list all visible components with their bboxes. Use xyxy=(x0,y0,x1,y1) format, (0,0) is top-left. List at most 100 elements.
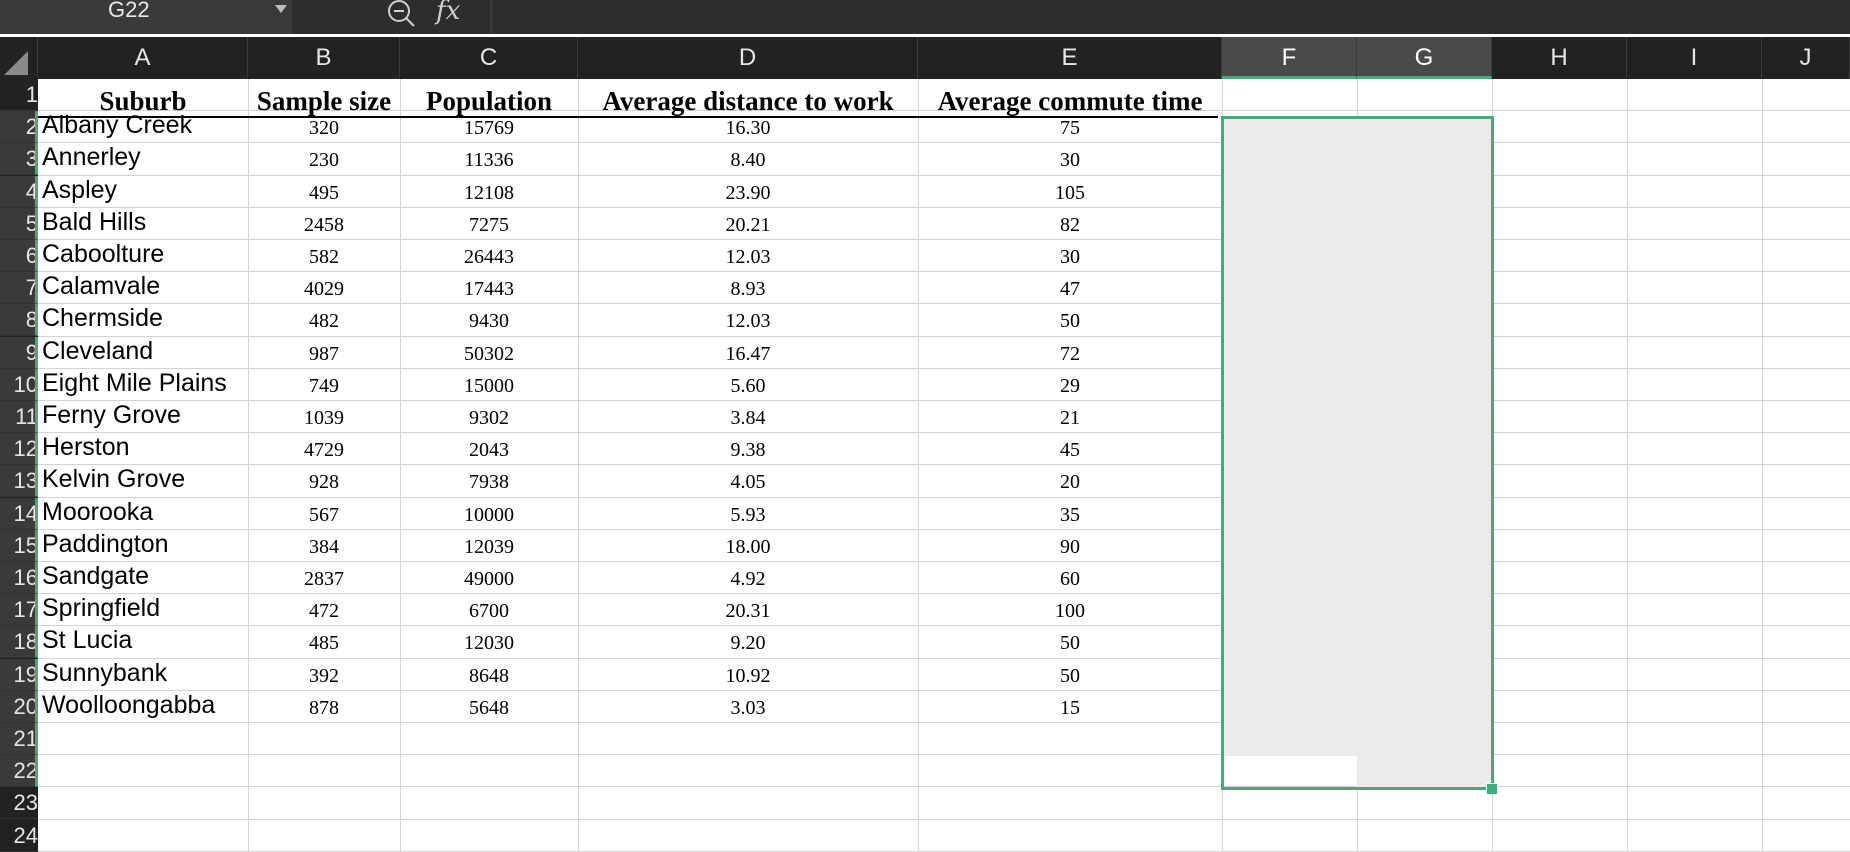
data-cell[interactable]: 50 xyxy=(918,304,1222,336)
data-cell[interactable]: 582 xyxy=(248,240,400,272)
data-cell[interactable]: 20.31 xyxy=(578,594,918,626)
data-cell[interactable]: 9.20 xyxy=(578,626,918,658)
suburb-cell[interactable]: Ferny Grove xyxy=(42,399,181,431)
data-cell[interactable]: 567 xyxy=(248,498,400,530)
data-cell[interactable]: 2837 xyxy=(248,562,400,594)
suburb-cell[interactable]: Sandgate xyxy=(42,560,149,592)
row-header-10[interactable]: 10 xyxy=(0,368,38,401)
data-cell[interactable]: 1039 xyxy=(248,401,400,433)
data-cell[interactable]: 47 xyxy=(918,272,1222,304)
data-cell[interactable]: 482 xyxy=(248,304,400,336)
row-header-20[interactable]: 20 xyxy=(0,690,38,723)
data-cell[interactable]: 8.40 xyxy=(578,143,918,175)
data-cell[interactable]: 4.92 xyxy=(578,562,918,594)
formula-input[interactable] xyxy=(490,0,1850,34)
row-header-17[interactable]: 17 xyxy=(0,594,38,627)
column-header-h[interactable]: H xyxy=(1492,37,1627,79)
row-header-12[interactable]: 12 xyxy=(0,433,38,466)
column-header-c[interactable]: C xyxy=(400,37,578,79)
name-box-dropdown-icon[interactable] xyxy=(275,5,287,13)
row-header-3[interactable]: 3 xyxy=(0,143,38,176)
data-cell[interactable]: 320 xyxy=(248,111,400,143)
data-cell[interactable]: 10000 xyxy=(400,498,578,530)
row-header-16[interactable]: 16 xyxy=(0,562,38,594)
data-cell[interactable]: 23.90 xyxy=(578,176,918,208)
row-header-1[interactable]: 1 xyxy=(0,79,38,111)
data-cell[interactable]: 10.92 xyxy=(578,659,918,691)
suburb-cell[interactable]: Herston xyxy=(42,431,130,463)
data-cell[interactable]: 18.00 xyxy=(578,530,918,562)
suburb-cell[interactable]: Paddington xyxy=(42,528,169,560)
data-cell[interactable]: 4729 xyxy=(248,433,400,465)
data-cell[interactable]: 12030 xyxy=(400,626,578,658)
data-cell[interactable]: 60 xyxy=(918,562,1222,594)
data-cell[interactable]: 12.03 xyxy=(578,304,918,336)
suburb-cell[interactable]: Chermside xyxy=(42,302,163,334)
data-cell[interactable]: 20.21 xyxy=(578,208,918,240)
data-cell[interactable]: 230 xyxy=(248,143,400,175)
data-cell[interactable]: 485 xyxy=(248,626,400,658)
data-cell[interactable]: 29 xyxy=(918,369,1222,401)
row-header-9[interactable]: 9 xyxy=(0,336,38,369)
data-cell[interactable]: 4029 xyxy=(248,272,400,304)
suburb-cell[interactable]: Kelvin Grove xyxy=(42,463,185,495)
data-cell[interactable]: 50302 xyxy=(400,337,578,369)
suburb-cell[interactable]: Caboolture xyxy=(42,238,164,270)
data-cell[interactable]: 3.84 xyxy=(578,401,918,433)
column-header-i[interactable]: I xyxy=(1627,37,1762,79)
data-cell[interactable]: 12.03 xyxy=(578,240,918,272)
data-cell[interactable]: 100 xyxy=(918,594,1222,626)
data-cell[interactable]: 2458 xyxy=(248,208,400,240)
data-cell[interactable]: 72 xyxy=(918,337,1222,369)
data-cell[interactable]: 384 xyxy=(248,530,400,562)
data-cell[interactable]: 5.60 xyxy=(578,369,918,401)
data-cell[interactable]: 495 xyxy=(248,176,400,208)
row-header-2[interactable]: 2 xyxy=(0,111,38,144)
data-cell[interactable]: 4.05 xyxy=(578,465,918,497)
row-header-8[interactable]: 8 xyxy=(0,304,38,337)
row-header-18[interactable]: 18 xyxy=(0,626,38,659)
suburb-cell[interactable]: Moorooka xyxy=(42,496,153,528)
data-cell[interactable]: 20 xyxy=(918,465,1222,497)
fill-handle[interactable] xyxy=(1486,783,1498,795)
suburb-cell[interactable]: St Lucia xyxy=(42,624,132,656)
suburb-cell[interactable]: Woolloongabba xyxy=(42,689,215,721)
data-cell[interactable]: 8.93 xyxy=(578,272,918,304)
data-cell[interactable]: 12039 xyxy=(400,530,578,562)
row-header-15[interactable]: 15 xyxy=(0,529,38,562)
data-cell[interactable]: 392 xyxy=(248,659,400,691)
data-cell[interactable]: 9302 xyxy=(400,401,578,433)
row-header-13[interactable]: 13 xyxy=(0,465,38,498)
suburb-cell[interactable]: Eight Mile Plains xyxy=(42,367,227,399)
data-cell[interactable]: 90 xyxy=(918,530,1222,562)
row-header-5[interactable]: 5 xyxy=(0,207,38,240)
data-cell[interactable]: 928 xyxy=(248,465,400,497)
selection-border[interactable] xyxy=(1221,116,1494,790)
row-header-6[interactable]: 6 xyxy=(0,240,38,272)
data-cell[interactable]: 6700 xyxy=(400,594,578,626)
data-cell[interactable]: 15 xyxy=(918,691,1222,723)
row-header-22[interactable]: 22 xyxy=(0,755,38,788)
data-cell[interactable]: 16.30 xyxy=(578,111,918,143)
data-cell[interactable]: 50 xyxy=(918,626,1222,658)
data-cell[interactable]: 15000 xyxy=(400,369,578,401)
data-cell[interactable]: 3.03 xyxy=(578,691,918,723)
suburb-cell[interactable]: Bald Hills xyxy=(42,206,146,238)
data-cell[interactable]: 9.38 xyxy=(578,433,918,465)
zoom-icon[interactable] xyxy=(385,0,419,30)
data-cell[interactable]: 8648 xyxy=(400,659,578,691)
column-header-e[interactable]: E xyxy=(918,37,1222,79)
data-cell[interactable]: 35 xyxy=(918,498,1222,530)
data-cell[interactable]: 105 xyxy=(918,176,1222,208)
data-cell[interactable]: 26443 xyxy=(400,240,578,272)
data-cell[interactable]: 2043 xyxy=(400,433,578,465)
data-cell[interactable]: 9430 xyxy=(400,304,578,336)
row-header-21[interactable]: 21 xyxy=(0,723,38,755)
data-cell[interactable]: 11336 xyxy=(400,143,578,175)
data-cell[interactable]: 82 xyxy=(918,208,1222,240)
row-header-14[interactable]: 14 xyxy=(0,497,38,530)
select-all-corner[interactable] xyxy=(0,37,38,79)
data-cell[interactable]: 16.47 xyxy=(578,337,918,369)
data-cell[interactable]: 5648 xyxy=(400,691,578,723)
column-header-f[interactable]: F xyxy=(1222,37,1357,79)
